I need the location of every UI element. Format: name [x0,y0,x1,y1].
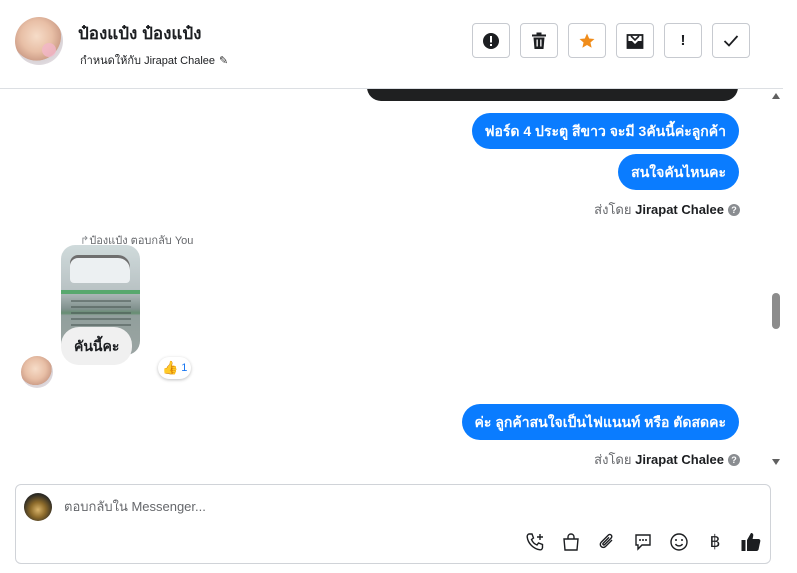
reaction-count: 1 [181,362,188,374]
emoji-icon[interactable] [668,531,690,553]
spam-icon [482,32,500,50]
exclamation-icon: ! [680,32,686,49]
contact-name[interactable]: ป๋องแป๋ง ป๋องแป๋ง [78,20,201,47]
baht-icon[interactable]: ฿ [704,531,726,553]
mark-spam-button[interactable] [472,23,510,58]
incoming-message[interactable]: คันนี้คะ [61,327,133,365]
check-icon [723,34,739,48]
pencil-icon[interactable]: ✎ [219,54,228,67]
image-text-block [71,300,131,330]
shopping-bag-icon[interactable] [560,531,582,553]
contact-avatar-small[interactable] [21,356,53,388]
help-icon[interactable]: ? [728,454,740,466]
reply-composer: ฿ [15,484,771,564]
scrollbar-thumb[interactable] [772,293,780,329]
chat-bubble-icon[interactable] [632,531,654,553]
car-image [70,255,130,283]
sender-name: Jirapat Chalee [635,452,724,467]
sent-by-prefix: ส่งโดย [594,452,632,467]
call-add-icon[interactable] [524,531,546,553]
reply-input[interactable] [64,499,664,514]
move-to-inbox-icon [626,32,644,50]
baht-glyph: ฿ [709,532,721,551]
thumbs-up-icon[interactable] [740,531,762,553]
sender-name: Jirapat Chalee [635,202,724,217]
outgoing-message[interactable]: ฟอร์ด 4 ประตู สีขาว จะมี 3คันนี้ค่ะลูกค้… [471,113,739,149]
assignee-text: กำหนดให้กับ Jirapat Chalee [80,55,216,67]
outgoing-message[interactable]: สนใจคันไหนคะ [618,154,739,190]
delete-button[interactable] [520,23,558,58]
contact-avatar[interactable] [15,17,63,65]
scroll-up-arrow[interactable] [772,93,780,99]
trash-icon [531,32,547,50]
mark-important-button[interactable]: ! [664,23,702,58]
message-reaction[interactable]: 👍 1 [158,357,192,379]
star-icon [578,32,596,50]
assignee-label[interactable]: กำหนดให้กับ Jirapat Chalee ✎ [80,51,228,69]
mark-done-button[interactable] [712,23,750,58]
move-to-inbox-button[interactable] [616,23,654,58]
page-avatar [24,493,52,521]
sent-by-label: ส่งโดย Jirapat Chalee? [594,199,740,220]
image-attachment[interactable] [367,89,738,101]
scroll-down-arrow[interactable] [772,459,780,465]
image-stripe [61,290,140,294]
outgoing-message[interactable]: ค่ะ ลูกค้าสนใจเป็นไฟแนนท์ หรือ ตัดสดคะ [461,404,739,440]
paperclip-icon[interactable] [596,531,618,553]
star-button[interactable] [568,23,606,58]
help-icon[interactable]: ? [728,204,740,216]
sent-by-label: ส่งโดย Jirapat Chalee? [594,449,740,470]
message-thread[interactable]: ฟอร์ด 4 ประตู สีขาว จะมี 3คันนี้ค่ะลูกค้… [0,89,783,474]
conversation-header: ป๋องแป๋ง ป๋องแป๋ง กำหนดให้กับ Jirapat Ch… [0,0,783,89]
thumbs-up-reaction-icon: 👍 [162,360,179,375]
sent-by-prefix: ส่งโดย [594,202,632,217]
